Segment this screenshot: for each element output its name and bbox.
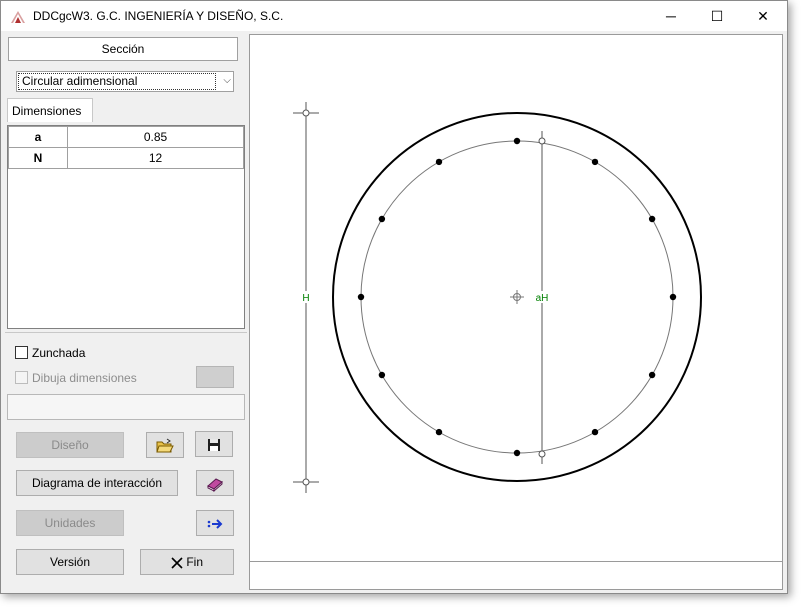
version-button[interactable]: Versión (16, 549, 124, 575)
reinforcement-bar (435, 428, 443, 436)
dibuja-checkbox-box (15, 371, 28, 385)
chevron-down-icon[interactable]: ⌵ (223, 75, 231, 86)
ah-dimension-node-bottom (538, 450, 546, 458)
zunchada-label: Zunchada (32, 346, 86, 360)
maximize-button[interactable]: ☐ (694, 1, 740, 31)
reinforcement-bar (513, 137, 521, 145)
diseno-button: Diseño (16, 432, 124, 458)
zunchada-checkbox-box[interactable] (15, 346, 28, 360)
diagrama-interaccion-button[interactable]: Diagrama de interacción (16, 470, 178, 496)
section-type-value: Circular adimensional (18, 73, 216, 90)
ah-dimension-node-top (538, 137, 546, 145)
dimensions-grid[interactable]: a 0.85 N 12 (7, 125, 245, 329)
x-mark-icon (171, 557, 183, 569)
zunchada-checkbox[interactable]: Zunchada (15, 345, 85, 361)
dim-key-n: N (8, 147, 68, 169)
floppy-disk-icon (208, 438, 220, 451)
reinforcement-bar (648, 215, 656, 223)
minimize-button[interactable]: ─ (648, 1, 694, 31)
color-swatch (196, 366, 234, 388)
section-header: Sección (8, 37, 238, 61)
table-row[interactable]: N 12 (8, 147, 244, 169)
left-panel: Sección Circular adimensional ⌵ Dimensio… (5, 34, 247, 590)
reinforcement-bar (378, 215, 386, 223)
ddc-app-icon (11, 11, 25, 23)
export-arrow-icon (207, 519, 223, 529)
window-title: DDCgcW3. G.C. INGENIERÍA Y DISEÑO, S.C. (33, 9, 284, 23)
dim-value-a[interactable]: 0.85 (67, 126, 244, 148)
title-bar[interactable]: DDCgcW3. G.C. INGENIERÍA Y DISEÑO, S.C. … (1, 1, 787, 31)
section-drawing: H aH (293, 102, 702, 493)
app-window: DDCgcW3. G.C. INGENIERÍA Y DISEÑO, S.C. … (0, 0, 788, 594)
reinforcement-bar (669, 293, 677, 301)
book-button[interactable] (196, 470, 234, 496)
dim-key-a: a (8, 126, 68, 148)
reinforcement-bar (435, 158, 443, 166)
dim-value-n[interactable]: 12 (67, 147, 244, 169)
table-row[interactable]: a 0.85 (8, 126, 244, 148)
close-button[interactable]: ✕ (740, 1, 786, 31)
h-dimension-node-bottom (302, 478, 310, 486)
reinforcement-bar (591, 158, 599, 166)
reinforcement-bar (648, 371, 656, 379)
save-disk-button[interactable] (195, 431, 233, 457)
dibuja-dimensiones-checkbox: Dibuja dimensiones (15, 370, 137, 386)
open-folder-icon (156, 438, 174, 453)
fin-button[interactable]: Fin (140, 549, 234, 575)
status-field (7, 394, 245, 420)
export-button[interactable] (196, 510, 234, 536)
reinforcement-bar (591, 428, 599, 436)
ah-label: aH (536, 293, 549, 304)
section-type-select[interactable]: Circular adimensional ⌵ (16, 71, 234, 92)
reinforcement-bar (357, 293, 365, 301)
reinforcement-bar (513, 449, 521, 457)
unidades-button: Unidades (16, 510, 124, 536)
dibuja-label: Dibuja dimensiones (32, 371, 137, 385)
h-dimension-node-top (302, 109, 310, 117)
open-button[interactable] (146, 432, 184, 458)
divider (5, 332, 247, 333)
reinforcement-bar (378, 371, 386, 379)
fin-label: Fin (186, 555, 203, 569)
tab-dimensiones[interactable]: Dimensiones (7, 98, 93, 122)
canvas-status-divider (249, 561, 783, 562)
h-label: H (302, 293, 309, 304)
book-icon (207, 478, 223, 492)
